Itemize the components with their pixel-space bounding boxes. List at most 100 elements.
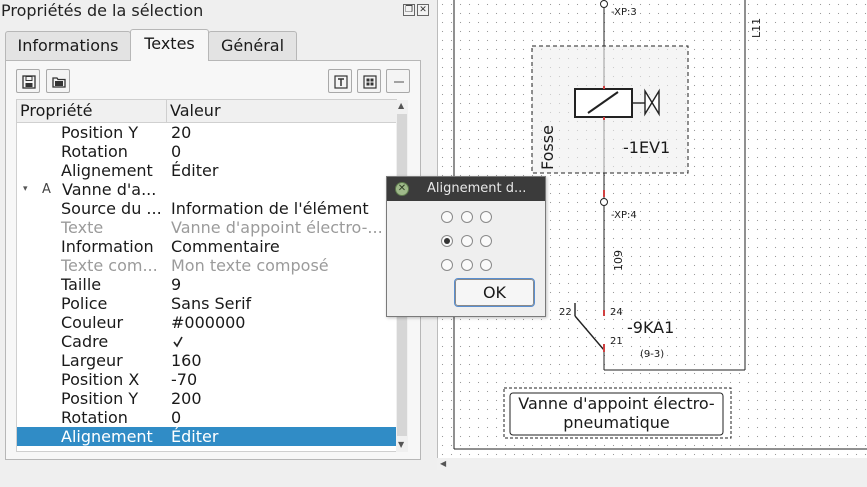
text-group-icon xyxy=(363,75,377,89)
header-property[interactable]: Propriété xyxy=(20,101,93,120)
align-top-right-radio[interactable] xyxy=(480,211,492,223)
row-value[interactable]: 0 xyxy=(171,408,181,427)
comment-text[interactable]: Vanne d'appoint électro- pneumatique xyxy=(510,394,723,432)
align-bottom-left-radio[interactable] xyxy=(441,259,453,271)
align-top-left-radio[interactable] xyxy=(441,211,453,223)
table-row[interactable]: Rotation 0 xyxy=(17,408,396,427)
table-row[interactable]: Couleur #000000 xyxy=(17,313,396,332)
table-row[interactable]: Position Y 20 xyxy=(17,123,396,142)
float-icon[interactable]: ❐ xyxy=(403,4,415,16)
save-icon xyxy=(22,75,36,89)
row-key: Largeur xyxy=(61,351,123,370)
text-group-button[interactable] xyxy=(357,69,381,93)
tab-general[interactable]: Général xyxy=(208,31,297,60)
table-row[interactable]: Position Y 200 xyxy=(17,389,396,408)
save-button[interactable] xyxy=(16,69,40,93)
remove-button[interactable] xyxy=(386,69,410,93)
pin-label-22: 22 xyxy=(559,307,572,318)
row-key: Cadre xyxy=(61,332,109,351)
table-row[interactable]: Cadre xyxy=(17,332,396,351)
wire-label-l11: L11 xyxy=(750,17,763,38)
row-key: Police xyxy=(61,294,108,313)
row-key: Texte xyxy=(61,218,104,237)
row-value[interactable]: #000000 xyxy=(171,313,245,332)
align-middle-left-radio[interactable] xyxy=(441,235,453,247)
remove-icon xyxy=(394,81,404,83)
table-row[interactable]: Taille 9 xyxy=(17,275,396,294)
row-key: Source du ... xyxy=(61,199,162,218)
row-value: Vanne d'appoint électro-... xyxy=(171,218,383,237)
row-key: Rotation xyxy=(61,142,128,161)
table-row-selected[interactable]: Alignement Éditer xyxy=(17,427,396,446)
close-icon[interactable]: ✕ xyxy=(395,182,409,196)
row-key: Taille xyxy=(61,275,102,294)
row-value[interactable]: 160 xyxy=(171,351,202,370)
scroll-down-icon[interactable]: ▼ xyxy=(398,440,404,449)
dialog-title: Alignement d... xyxy=(427,181,527,196)
row-key: Rotation xyxy=(61,408,128,427)
row-key: Information xyxy=(61,237,154,256)
tab-informations[interactable]: Informations xyxy=(5,31,131,60)
header-divider[interactable] xyxy=(166,100,167,122)
dialog-titlebar[interactable]: ✕ Alignement d... xyxy=(387,177,545,201)
row-value[interactable]: -70 xyxy=(171,370,197,389)
row-value[interactable]: Commentaire xyxy=(171,237,280,256)
component-label-ka1[interactable]: -9KA1 xyxy=(627,318,674,337)
table-row[interactable]: Rotation 0 xyxy=(17,142,396,161)
align-middle-right-radio[interactable] xyxy=(480,235,492,247)
ok-button[interactable]: OK xyxy=(454,278,535,307)
add-text-button[interactable] xyxy=(328,69,352,93)
table-row[interactable]: Source du ... Information de l'élément xyxy=(17,199,396,218)
align-top-center-radio[interactable] xyxy=(461,211,473,223)
row-key: Couleur xyxy=(61,313,124,332)
table-row[interactable]: Position X -70 xyxy=(17,370,396,389)
cadre-checkbox[interactable] xyxy=(171,334,185,348)
row-value[interactable]: 200 xyxy=(171,389,202,408)
row-key: Position X xyxy=(61,370,140,389)
row-value[interactable]: 20 xyxy=(171,123,191,142)
row-key: Alignement xyxy=(61,427,153,446)
pin-label-24: 24 xyxy=(610,307,623,318)
table-row[interactable]: Largeur 160 xyxy=(17,351,396,370)
table-row: Texte Vanne d'appoint électro-... xyxy=(17,218,396,237)
table-header: Propriété Valeur xyxy=(17,100,396,123)
component-label-ev1[interactable]: -1EV1 xyxy=(623,138,670,157)
row-value[interactable]: Information de l'élément xyxy=(171,199,369,218)
close-icon[interactable]: ✕ xyxy=(417,4,429,16)
row-key: Position Y xyxy=(61,389,139,408)
add-text-icon xyxy=(334,75,348,89)
table-row[interactable]: Information Commentaire xyxy=(17,237,396,256)
table-row-group[interactable]: ▾ A Vanne d'a... xyxy=(17,180,396,199)
row-key: Alignement xyxy=(61,161,153,180)
canvas-horizontal-scrollbar[interactable]: ◀ xyxy=(437,458,867,470)
group-label: Vanne d'a... xyxy=(62,180,157,199)
text-field-icon: A xyxy=(42,182,51,197)
align-middle-center-radio[interactable] xyxy=(461,235,473,247)
comment-line-2: pneumatique xyxy=(563,413,670,432)
pin-label-21: 21 xyxy=(610,336,623,347)
properties-panel: Propriétés de la sélection ❐ ✕ Informati… xyxy=(0,0,436,487)
cross-reference-label: (9-3) xyxy=(640,349,665,360)
table-row[interactable]: Police Sans Serif xyxy=(17,294,396,313)
tab-textes[interactable]: Textes xyxy=(130,29,209,61)
row-value[interactable]: 9 xyxy=(171,275,181,294)
table-row[interactable]: Alignement Éditer xyxy=(17,161,396,180)
row-key: Texte com... xyxy=(61,256,158,275)
row-key: Position Y xyxy=(61,123,139,142)
row-value[interactable]: Éditer xyxy=(171,427,218,446)
header-value[interactable]: Valeur xyxy=(170,101,221,120)
row-value[interactable]: Sans Serif xyxy=(171,294,251,313)
table-row: Texte com... Mon texte composé xyxy=(17,256,396,275)
align-bottom-right-radio[interactable] xyxy=(480,259,492,271)
scroll-left-icon[interactable]: ◀ xyxy=(440,459,446,468)
row-value[interactable]: 0 xyxy=(171,142,181,161)
property-table[interactable]: Propriété Valeur Position Y 20 Rotation … xyxy=(16,99,397,452)
align-bottom-center-radio[interactable] xyxy=(461,259,473,271)
open-button[interactable] xyxy=(46,69,70,93)
scroll-up-icon[interactable]: ▲ xyxy=(398,101,404,110)
wire-label-109: 109 xyxy=(612,250,625,271)
row-value[interactable]: Éditer xyxy=(171,161,218,180)
terminal-label-xp3: -XP:3 xyxy=(611,7,637,18)
expand-arrow-icon[interactable]: ▾ xyxy=(23,180,28,199)
panel-title: Propriétés de la sélection xyxy=(1,1,204,20)
